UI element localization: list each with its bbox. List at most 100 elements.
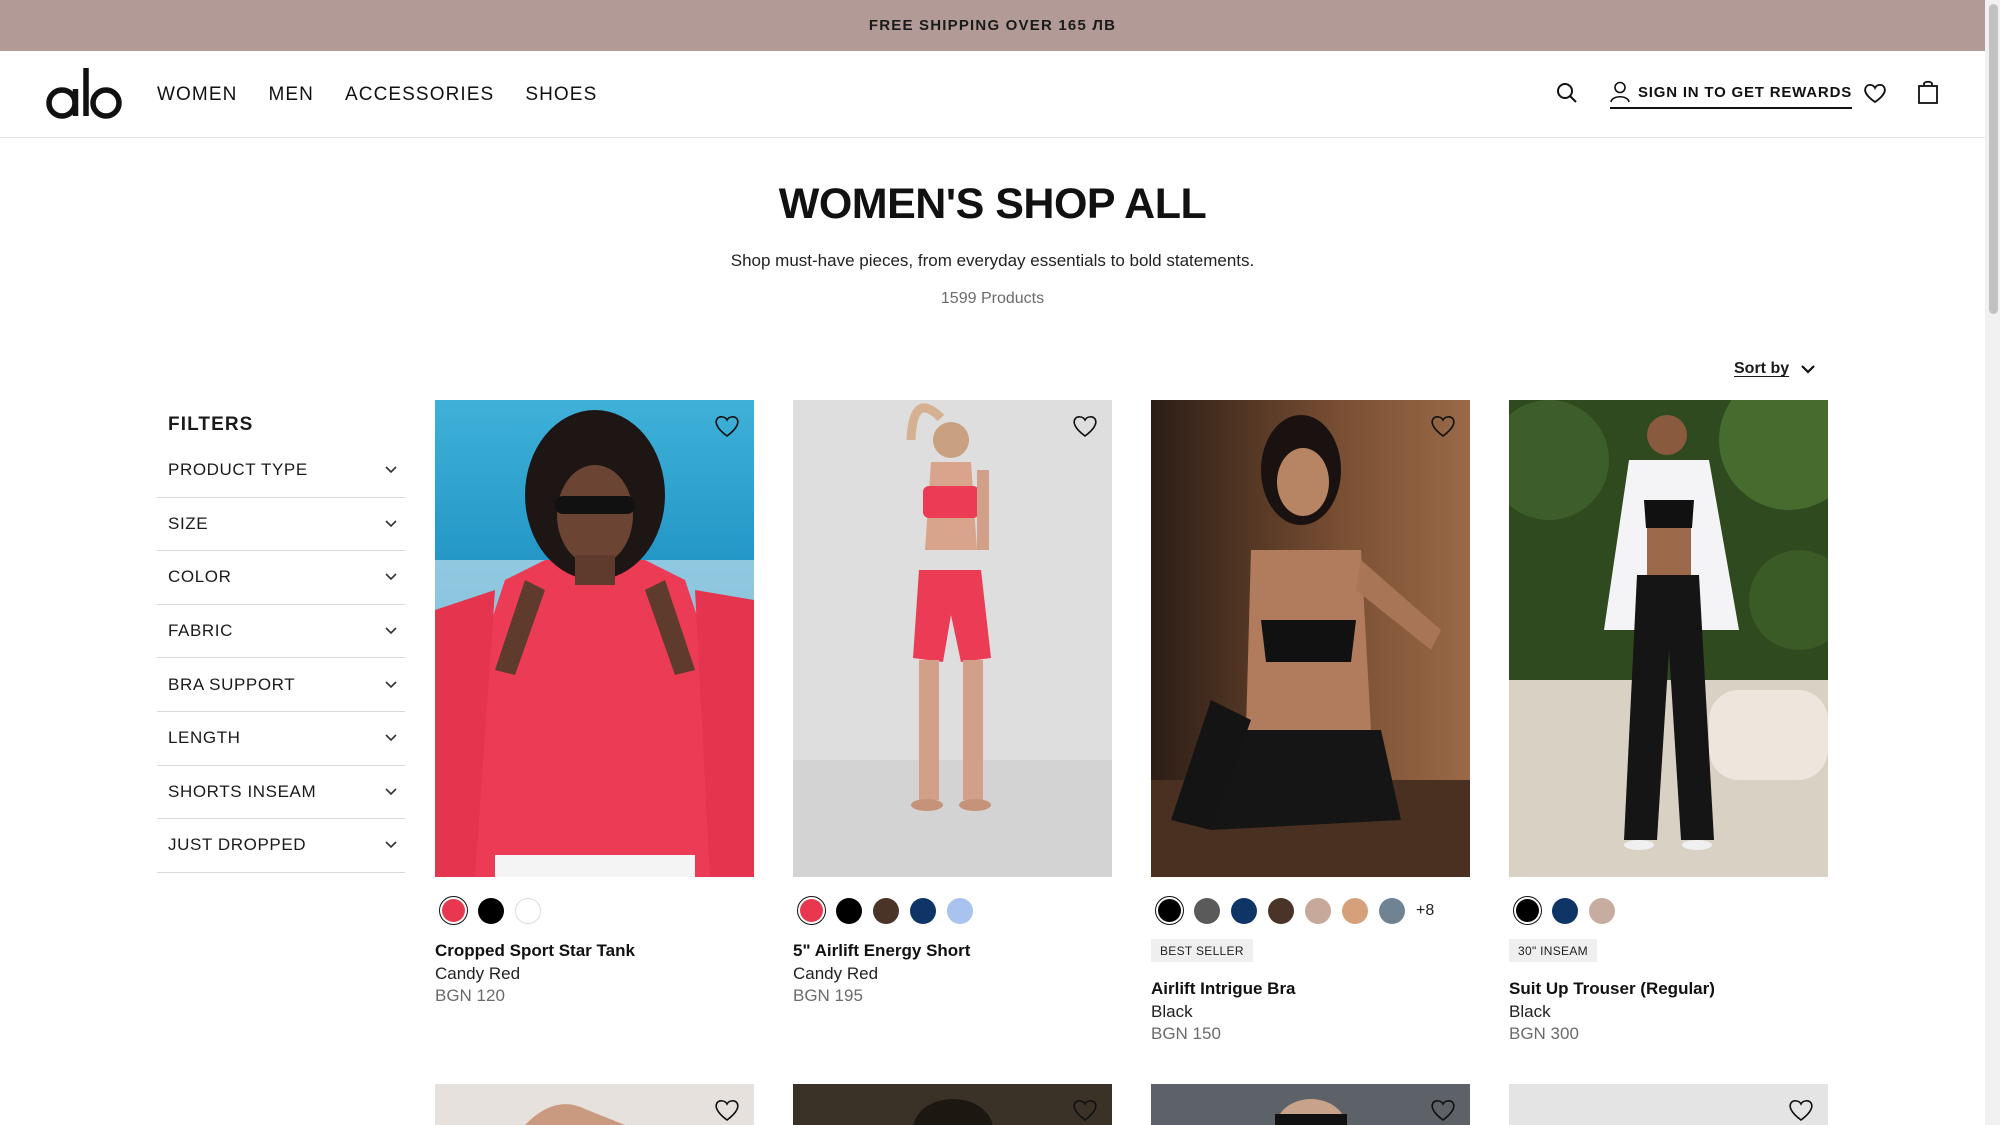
product-image[interactable] [1151,400,1470,877]
filter-label: SIZE [168,513,209,533]
color-swatch[interactable] [1303,896,1332,925]
filter-color[interactable]: COLOR [157,551,405,605]
filter-product-type[interactable]: PRODUCT TYPE [157,444,405,498]
product-photo-bra [1151,400,1470,877]
color-swatch[interactable] [1229,896,1258,925]
scrollbar-thumb[interactable] [1989,4,1998,314]
product-badge: 30" INSEAM [1509,939,1597,962]
nav-women[interactable]: WOMEN [157,84,237,106]
product-name[interactable]: 5" Airlift Energy Short [793,941,970,961]
chevron-down-icon [385,466,397,474]
product-image[interactable] [1151,1084,1470,1125]
chevron-down-icon [385,573,397,581]
filters-title: FILTERS [168,414,254,435]
filters-sidebar: FILTERS PRODUCT TYPE SIZE COLOR FABRIC B… [157,414,405,873]
color-swatch[interactable] [1550,896,1579,925]
product-name[interactable]: Cropped Sport Star Tank [435,941,635,961]
wishlist-heart-icon[interactable] [1072,1098,1098,1122]
search-icon[interactable] [1554,80,1580,106]
color-swatch[interactable] [1513,896,1542,925]
product-price: BGN 120 [435,986,505,1005]
filter-length[interactable]: LENGTH [157,712,405,766]
product-card-partial[interactable] [1509,1084,1828,1125]
wishlist-heart-icon[interactable] [1430,1098,1456,1122]
wishlist-heart-icon[interactable] [1430,414,1456,438]
color-swatch[interactable] [1266,896,1295,925]
product-color: Black [1151,1002,1193,1021]
color-swatch[interactable] [439,896,468,925]
product-image[interactable] [793,400,1112,877]
swatch-fill [1588,897,1615,924]
swatch-fill [1516,899,1539,922]
page-subtitle: Shop must-have pieces, from everyday ess… [730,251,1255,270]
sign-in-label: SIGN IN TO GET REWARDS [1638,83,1853,101]
product-price: BGN 150 [1151,1024,1221,1043]
color-swatches [1513,896,1616,925]
filter-size[interactable]: SIZE [157,498,405,552]
swatch-fill [477,897,504,924]
product-card-partial[interactable] [793,1084,1112,1125]
color-swatch[interactable] [797,896,826,925]
color-swatch[interactable] [908,896,937,925]
main-nav: WOMEN MEN ACCESSORIES SHOES [157,51,597,138]
wishlist-heart-icon[interactable] [714,414,740,438]
chevron-down-icon [385,681,397,688]
color-swatch[interactable] [871,896,900,925]
color-swatch[interactable] [834,896,863,925]
color-swatches [439,896,542,925]
product-name[interactable]: Airlift Intrigue Bra [1151,979,1296,999]
color-swatches [797,896,974,925]
chevron-down-icon [385,841,397,849]
product-count: 1599 Products [940,290,1045,307]
filter-label: COLOR [168,567,232,587]
wishlist-heart-icon[interactable] [1862,80,1888,106]
swatch-fill [800,899,823,922]
filter-label: BRA SUPPORT [168,674,296,694]
nav-shoes[interactable]: SHOES [525,84,597,106]
wishlist-heart-icon[interactable] [714,1098,740,1122]
filter-shorts-inseam[interactable]: SHORTS INSEAM [157,766,405,820]
product-color: Black [1509,1002,1551,1021]
sign-in-link[interactable]: SIGN IN TO GET REWARDS [1610,79,1853,109]
filter-label: JUST DROPPED [168,835,307,855]
product-color: Candy Red [793,964,879,983]
filter-label: PRODUCT TYPE [168,460,308,480]
promo-text: FREE SHIPPING OVER 165 ЛВ [868,17,1117,34]
alo-logo[interactable] [46,65,122,121]
nav-men[interactable]: MEN [268,84,314,106]
color-swatch[interactable] [1192,896,1221,925]
sort-dropdown[interactable]: Sort by [1734,360,1815,378]
filter-bra-support[interactable]: BRA SUPPORT [157,658,405,712]
color-swatch[interactable] [945,896,974,925]
page-scrollbar[interactable] [1985,0,2000,1125]
product-image[interactable] [435,400,754,877]
color-swatch[interactable] [1377,896,1406,925]
swatch-fill [514,897,541,924]
filter-just-dropped[interactable]: JUST DROPPED [157,819,405,873]
product-name[interactable]: Suit Up Trouser (Regular) [1509,979,1715,999]
swatch-fill [872,897,899,924]
wishlist-heart-icon[interactable] [1072,414,1098,438]
product-image[interactable] [793,1084,1112,1125]
product-card-partial[interactable] [435,1084,754,1125]
chevron-down-icon [385,627,397,635]
promo-banner: FREE SHIPPING OVER 165 ЛВ [0,0,1985,51]
swatch-fill [1230,897,1257,924]
color-swatch[interactable] [1340,896,1369,925]
sort-label: Sort by [1734,360,1790,377]
bag-icon[interactable] [1916,78,1940,106]
filter-label: LENGTH [168,728,241,748]
wishlist-heart-icon[interactable] [1788,1098,1814,1122]
product-image[interactable] [435,1084,754,1125]
color-swatch[interactable] [476,896,505,925]
product-card-partial[interactable] [1151,1084,1470,1125]
filter-fabric[interactable]: FABRIC [157,605,405,659]
product-image[interactable] [1509,1084,1828,1125]
nav-accessories[interactable]: ACCESSORIES [345,84,494,106]
more-colors-count[interactable]: +8 [1416,902,1434,920]
product-image[interactable] [1509,400,1828,877]
color-swatch[interactable] [513,896,542,925]
color-swatch[interactable] [1155,896,1184,925]
color-swatch[interactable] [1587,896,1616,925]
product-photo-tank [435,400,754,877]
